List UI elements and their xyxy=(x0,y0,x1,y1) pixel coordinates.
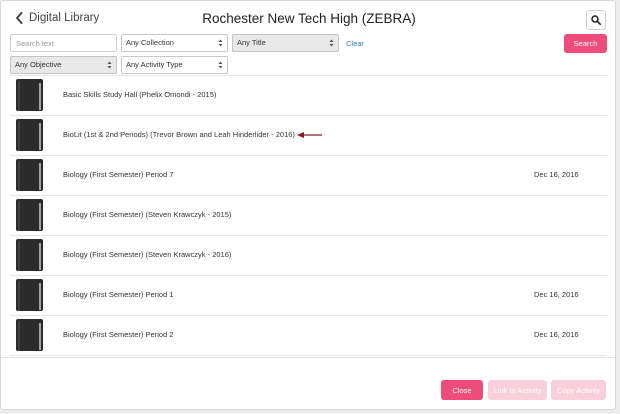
list-item-name: Biology (First Semester) (Steven Krawczy… xyxy=(63,210,232,219)
close-button[interactable]: Close xyxy=(441,380,483,400)
collection-select[interactable]: Any Collection xyxy=(121,34,228,52)
list-item-name: Biology (First Semester) Period 7 xyxy=(63,170,174,179)
header-search-button[interactable] xyxy=(586,10,606,30)
activity-type-select-value: Any Activity Type xyxy=(126,60,183,69)
clear-link[interactable]: Clear xyxy=(346,39,364,48)
collection-select-value: Any Collection xyxy=(126,38,174,47)
back-button[interactable]: Digital Library xyxy=(15,12,99,24)
list-item-date: Dec 16, 2016 xyxy=(534,330,579,339)
title-select[interactable]: Any Title xyxy=(232,34,339,52)
modal-header: Digital Library Rochester New Tech High … xyxy=(1,1,615,35)
objective-select[interactable]: Any Objective xyxy=(10,56,117,74)
list-item-name: Biology (First Semester) Period 1 xyxy=(63,290,174,299)
select-arrows-icon xyxy=(218,61,223,69)
list-item-name: Basic Skills Study Hall (Phelix Omondi -… xyxy=(63,90,217,99)
book-icon xyxy=(16,79,43,111)
select-arrows-icon xyxy=(329,39,334,47)
back-label: Digital Library xyxy=(29,12,100,24)
search-icon xyxy=(591,15,601,25)
book-icon xyxy=(16,119,43,151)
objective-select-value: Any Objective xyxy=(15,60,62,69)
copy-activity-button[interactable]: Copy Activity xyxy=(551,380,606,400)
modal-footer: Close Link to Activity Copy Activity xyxy=(1,357,615,409)
search-input[interactable] xyxy=(10,34,117,52)
activity-type-select[interactable]: Any Activity Type xyxy=(121,56,228,74)
digital-library-modal: Digital Library Rochester New Tech High … xyxy=(0,0,616,410)
book-icon xyxy=(16,279,43,311)
list-item-name: Biology (First Semester) Period 2 xyxy=(63,330,174,339)
book-icon xyxy=(16,319,43,351)
list-item-name: BioLit (1st & 2nd Periods) (Trevor Brown… xyxy=(63,130,295,139)
list-item-date: Dec 16, 2016 xyxy=(534,170,579,179)
list-item-name: Biology (First Semester) (Steven Krawczy… xyxy=(63,250,232,259)
list-item[interactable]: Biology (First Semester) Period 2 Dec 16… xyxy=(10,315,607,355)
activity-list: Basic Skills Study Hall (Phelix Omondi -… xyxy=(10,75,607,357)
book-icon xyxy=(16,199,43,231)
list-item[interactable]: Biology (First Semester) Period 1 Dec 16… xyxy=(10,275,607,315)
list-item[interactable]: Biology (First Semester) Period 7 Dec 16… xyxy=(10,155,607,195)
select-arrows-icon xyxy=(218,39,223,47)
select-arrows-icon xyxy=(107,61,112,69)
chevron-left-icon xyxy=(16,12,23,24)
list-item[interactable]: Basic Skills Study Hall (Phelix Omondi -… xyxy=(10,75,607,115)
search-button[interactable]: Search xyxy=(564,34,607,53)
book-icon xyxy=(16,239,43,271)
list-item[interactable]: Biology (First Semester) (Steven Krawczy… xyxy=(10,235,607,275)
list-item[interactable]: Biology (First Semester) (Steven Krawczy… xyxy=(10,195,607,235)
link-to-activity-button[interactable]: Link to Activity xyxy=(488,380,547,400)
list-item-date: Dec 16, 2016 xyxy=(534,290,579,299)
title-select-value: Any Title xyxy=(237,38,266,47)
book-icon xyxy=(16,159,43,191)
red-arrow-icon xyxy=(297,132,322,138)
